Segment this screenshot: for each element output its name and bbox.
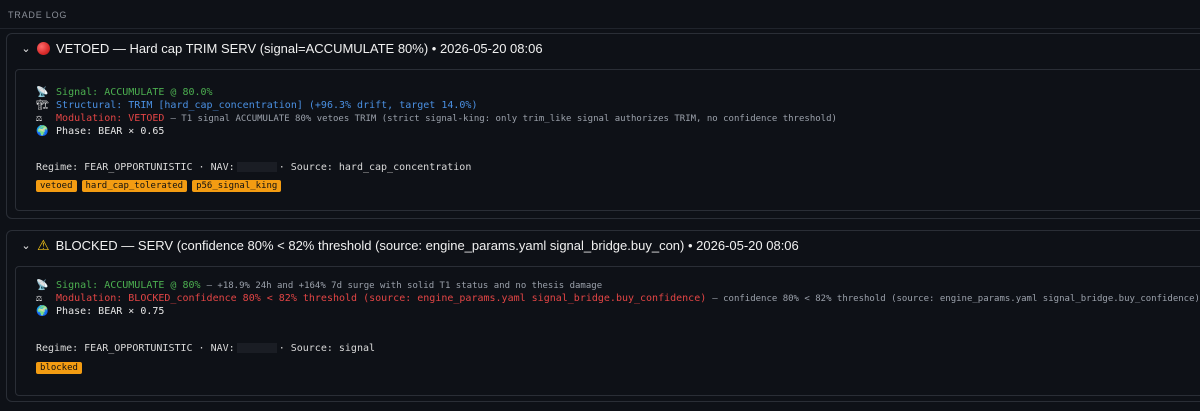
source-text: · Source: hard_cap_concentration bbox=[278, 162, 472, 173]
entry-title: BLOCKED — SERV (confidence 80% < 82% thr… bbox=[55, 237, 799, 253]
regime-line: Regime: FEAR_OPPORTUNISTIC · NAV: · Sourc… bbox=[36, 162, 471, 173]
structural-text: Structural: TRIM [hard_cap_concentration… bbox=[56, 100, 478, 111]
satellite-icon: 📡 bbox=[36, 280, 49, 291]
modulation-line: ⚖ Modulation: VETOED — T1 signal ACCUMUL… bbox=[36, 113, 837, 124]
scales-icon: ⚖ bbox=[36, 113, 43, 124]
tag-vetoed: vetoed bbox=[36, 180, 77, 192]
source-text: · Source: signal bbox=[278, 343, 376, 354]
entry-title: VETOED — Hard cap TRIM SERV (signal=ACCU… bbox=[56, 40, 543, 56]
expander-header[interactable]: ⌄ VETOED — Hard cap TRIM SERV (signal=AC… bbox=[7, 34, 1200, 62]
signal-text: Signal: ACCUMULATE @ 80% bbox=[56, 280, 201, 291]
signal-note: — +18.9% 24h and +164% 7d surge with sol… bbox=[206, 281, 603, 291]
tag-list: blocked bbox=[36, 362, 82, 374]
globe-icon: 🌍 bbox=[36, 126, 49, 137]
signal-line: 📡 Signal: ACCUMULATE @ 80.0% bbox=[36, 87, 213, 98]
construction-icon: 🏗 bbox=[36, 100, 49, 111]
signal-line: 📡 Signal: ACCUMULATE @ 80% — +18.9% 24h … bbox=[36, 280, 602, 291]
section-title: TRADE LOG bbox=[8, 10, 68, 20]
tag-blocked: blocked bbox=[36, 362, 82, 374]
chevron-down-icon[interactable]: ⌄ bbox=[15, 42, 37, 55]
regime-line: Regime: FEAR_OPPORTUNISTIC · NAV: · Sourc… bbox=[36, 343, 375, 354]
phase-line: 🌍 Phase: BEAR × 0.75 bbox=[36, 306, 164, 317]
phase-text: Phase: BEAR × 0.75 bbox=[56, 306, 165, 317]
phase-line: 🌍 Phase: BEAR × 0.65 bbox=[36, 126, 164, 137]
entry-card: 📡 Signal: ACCUMULATE @ 80% — +18.9% 24h … bbox=[15, 266, 1200, 396]
modulation-text: Modulation: BLOCKED_confidence 80% < 82%… bbox=[56, 293, 707, 304]
regime-text: Regime: FEAR_OPPORTUNISTIC · NAV: bbox=[36, 162, 235, 173]
warning-icon: ⚠ bbox=[37, 236, 50, 253]
scales-icon: ⚖ bbox=[36, 293, 43, 304]
modulation-note: — confidence 80% < 82% threshold (source… bbox=[712, 294, 1200, 304]
structural-line: 🏗 Structural: TRIM [hard_cap_concentrati… bbox=[36, 100, 477, 111]
tag-p56-signal-king: p56_signal_king bbox=[192, 180, 282, 192]
nav-redacted bbox=[236, 343, 277, 353]
globe-icon: 🌍 bbox=[36, 306, 49, 317]
expander-header[interactable]: ⌄ ⚠ BLOCKED — SERV (confidence 80% < 82%… bbox=[7, 231, 1200, 259]
trade-log-page: TRADE LOG ⌄ VETOED — Hard cap TRIM SERV … bbox=[0, 0, 1200, 411]
tag-hard-cap-tolerated: hard_cap_tolerated bbox=[81, 180, 188, 192]
chevron-down-icon[interactable]: ⌄ bbox=[15, 239, 37, 252]
modulation-line: ⚖ Modulation: BLOCKED_confidence 80% < 8… bbox=[36, 293, 1200, 304]
phase-text: Phase: BEAR × 0.65 bbox=[56, 126, 165, 137]
tag-list: vetoed hard_cap_tolerated p56_signal_kin… bbox=[36, 180, 282, 192]
trade-entry-vetoed: ⌄ VETOED — Hard cap TRIM SERV (signal=AC… bbox=[6, 33, 1200, 219]
nav-redacted bbox=[236, 162, 277, 172]
modulation-text: Modulation: VETOED bbox=[56, 113, 165, 124]
trade-entry-blocked: ⌄ ⚠ BLOCKED — SERV (confidence 80% < 82%… bbox=[6, 230, 1200, 402]
signal-text: Signal: ACCUMULATE @ 80.0% bbox=[56, 87, 213, 98]
satellite-icon: 📡 bbox=[36, 87, 49, 98]
red-circle-icon bbox=[37, 41, 50, 55]
entry-card: 📡 Signal: ACCUMULATE @ 80.0% 🏗 Structura… bbox=[15, 69, 1200, 211]
modulation-note: — T1 signal ACCUMULATE 80% vetoes TRIM (… bbox=[170, 114, 837, 124]
regime-text: Regime: FEAR_OPPORTUNISTIC · NAV: bbox=[36, 343, 235, 354]
divider bbox=[0, 28, 1200, 29]
